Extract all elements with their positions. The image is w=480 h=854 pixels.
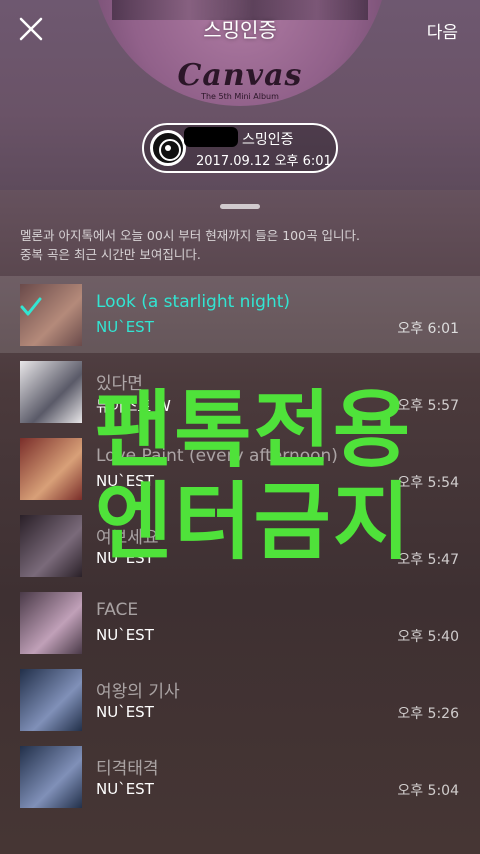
close-icon[interactable] bbox=[16, 14, 46, 44]
sheet-drag-handle[interactable] bbox=[220, 204, 260, 209]
play-time: 오후 5:54 bbox=[397, 475, 459, 491]
play-time: 오후 5:04 bbox=[397, 783, 459, 799]
album-thumbnail bbox=[20, 438, 82, 500]
song-artist: NU`EST bbox=[96, 626, 154, 644]
album-thumbnail bbox=[20, 515, 82, 577]
history-notice: 멜론과 아지톡에서 오늘 00시 부터 현재까지 들은 100곡 입니다. 중복… bbox=[20, 226, 470, 264]
song-title: Look (a starlight night) bbox=[96, 292, 291, 312]
certificate-label: 스밍인증 bbox=[242, 132, 294, 148]
song-artist: NU`EST bbox=[96, 780, 154, 798]
song-title: 있다면 bbox=[96, 374, 143, 394]
song-row[interactable]: Look (a starlight night) NU`EST 오후 6:01 bbox=[0, 276, 480, 353]
disc-icon bbox=[150, 130, 186, 166]
play-time: 오후 6:01 bbox=[397, 321, 459, 337]
redaction-mark bbox=[184, 127, 238, 147]
album-thumbnail bbox=[20, 592, 82, 654]
song-list: Look (a starlight night) NU`EST 오후 6:01 … bbox=[0, 276, 480, 815]
header-area: Canvas The 5th Mini Album 스밍인증 다음 스밍인증 2… bbox=[0, 0, 480, 190]
album-thumbnail bbox=[20, 361, 82, 423]
play-time: 오후 5:47 bbox=[397, 552, 459, 568]
song-artist: NU`EST bbox=[96, 549, 154, 567]
album-thumbnail bbox=[20, 746, 82, 808]
song-title: 여왕의 기사 bbox=[96, 682, 180, 702]
song-artist: 뉴이스트 W bbox=[96, 397, 171, 415]
song-title: FACE bbox=[96, 600, 139, 620]
album-title: Canvas bbox=[177, 58, 303, 93]
album-subtitle: The 5th Mini Album bbox=[201, 92, 279, 101]
song-artist: NU`EST bbox=[96, 703, 154, 721]
certificate-badge: 스밍인증 2017.09.12 오후 6:01 bbox=[142, 123, 338, 173]
play-time: 오후 5:26 bbox=[397, 706, 459, 722]
check-icon bbox=[20, 297, 42, 316]
page-title: 스밍인증 bbox=[203, 18, 277, 42]
song-row[interactable]: 여보세요 NU`EST 오후 5:47 bbox=[0, 507, 480, 584]
song-artist: NU`EST bbox=[96, 472, 154, 490]
song-title: 티격태격 bbox=[96, 759, 159, 779]
notice-line-2: 중복 곡은 최근 시간만 보여집니다. bbox=[20, 247, 201, 262]
song-title: 여보세요 bbox=[96, 528, 159, 548]
song-row[interactable]: 있다면 뉴이스트 W 오후 5:57 bbox=[0, 353, 480, 430]
notice-line-1: 멜론과 아지톡에서 오늘 00시 부터 현재까지 들은 100곡 입니다. bbox=[20, 228, 361, 243]
certificate-datetime: 2017.09.12 오후 6:01 bbox=[196, 154, 332, 169]
song-row[interactable]: Love Paint (every afternoon) NU`EST 오후 5… bbox=[0, 430, 480, 507]
play-time: 오후 5:57 bbox=[397, 398, 459, 414]
song-row[interactable]: FACE NU`EST 오후 5:40 bbox=[0, 584, 480, 661]
song-artist: NU`EST bbox=[96, 318, 154, 336]
next-button[interactable]: 다음 bbox=[427, 18, 458, 43]
album-thumbnail bbox=[20, 669, 82, 731]
song-row[interactable]: 티격태격 NU`EST 오후 5:04 bbox=[0, 738, 480, 815]
play-time: 오후 5:40 bbox=[397, 629, 459, 645]
song-row[interactable]: 여왕의 기사 NU`EST 오후 5:26 bbox=[0, 661, 480, 738]
song-title: Love Paint (every afternoon) bbox=[96, 446, 338, 466]
